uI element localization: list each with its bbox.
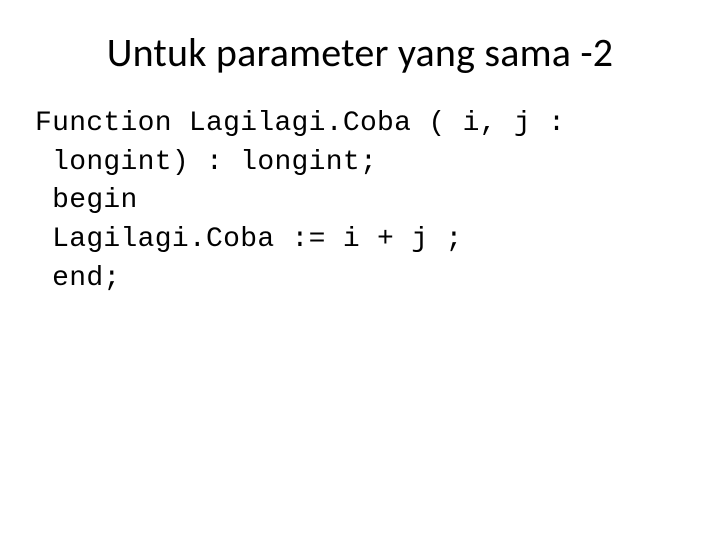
code-line-3: begin	[35, 185, 138, 216]
code-line-4: Lagilagi.Coba := i + j ;	[35, 224, 463, 255]
code-block: Function Lagilagi.Coba ( i, j : longint)…	[35, 105, 660, 298]
code-line-2: longint) : longint;	[35, 147, 377, 178]
slide-title: Untuk parameter yang sama -2	[60, 28, 660, 77]
slide-container: Untuk parameter yang sama -2 Function La…	[0, 0, 720, 540]
code-line-1: Function Lagilagi.Coba ( i, j :	[35, 108, 565, 139]
code-line-5: end;	[35, 263, 121, 294]
